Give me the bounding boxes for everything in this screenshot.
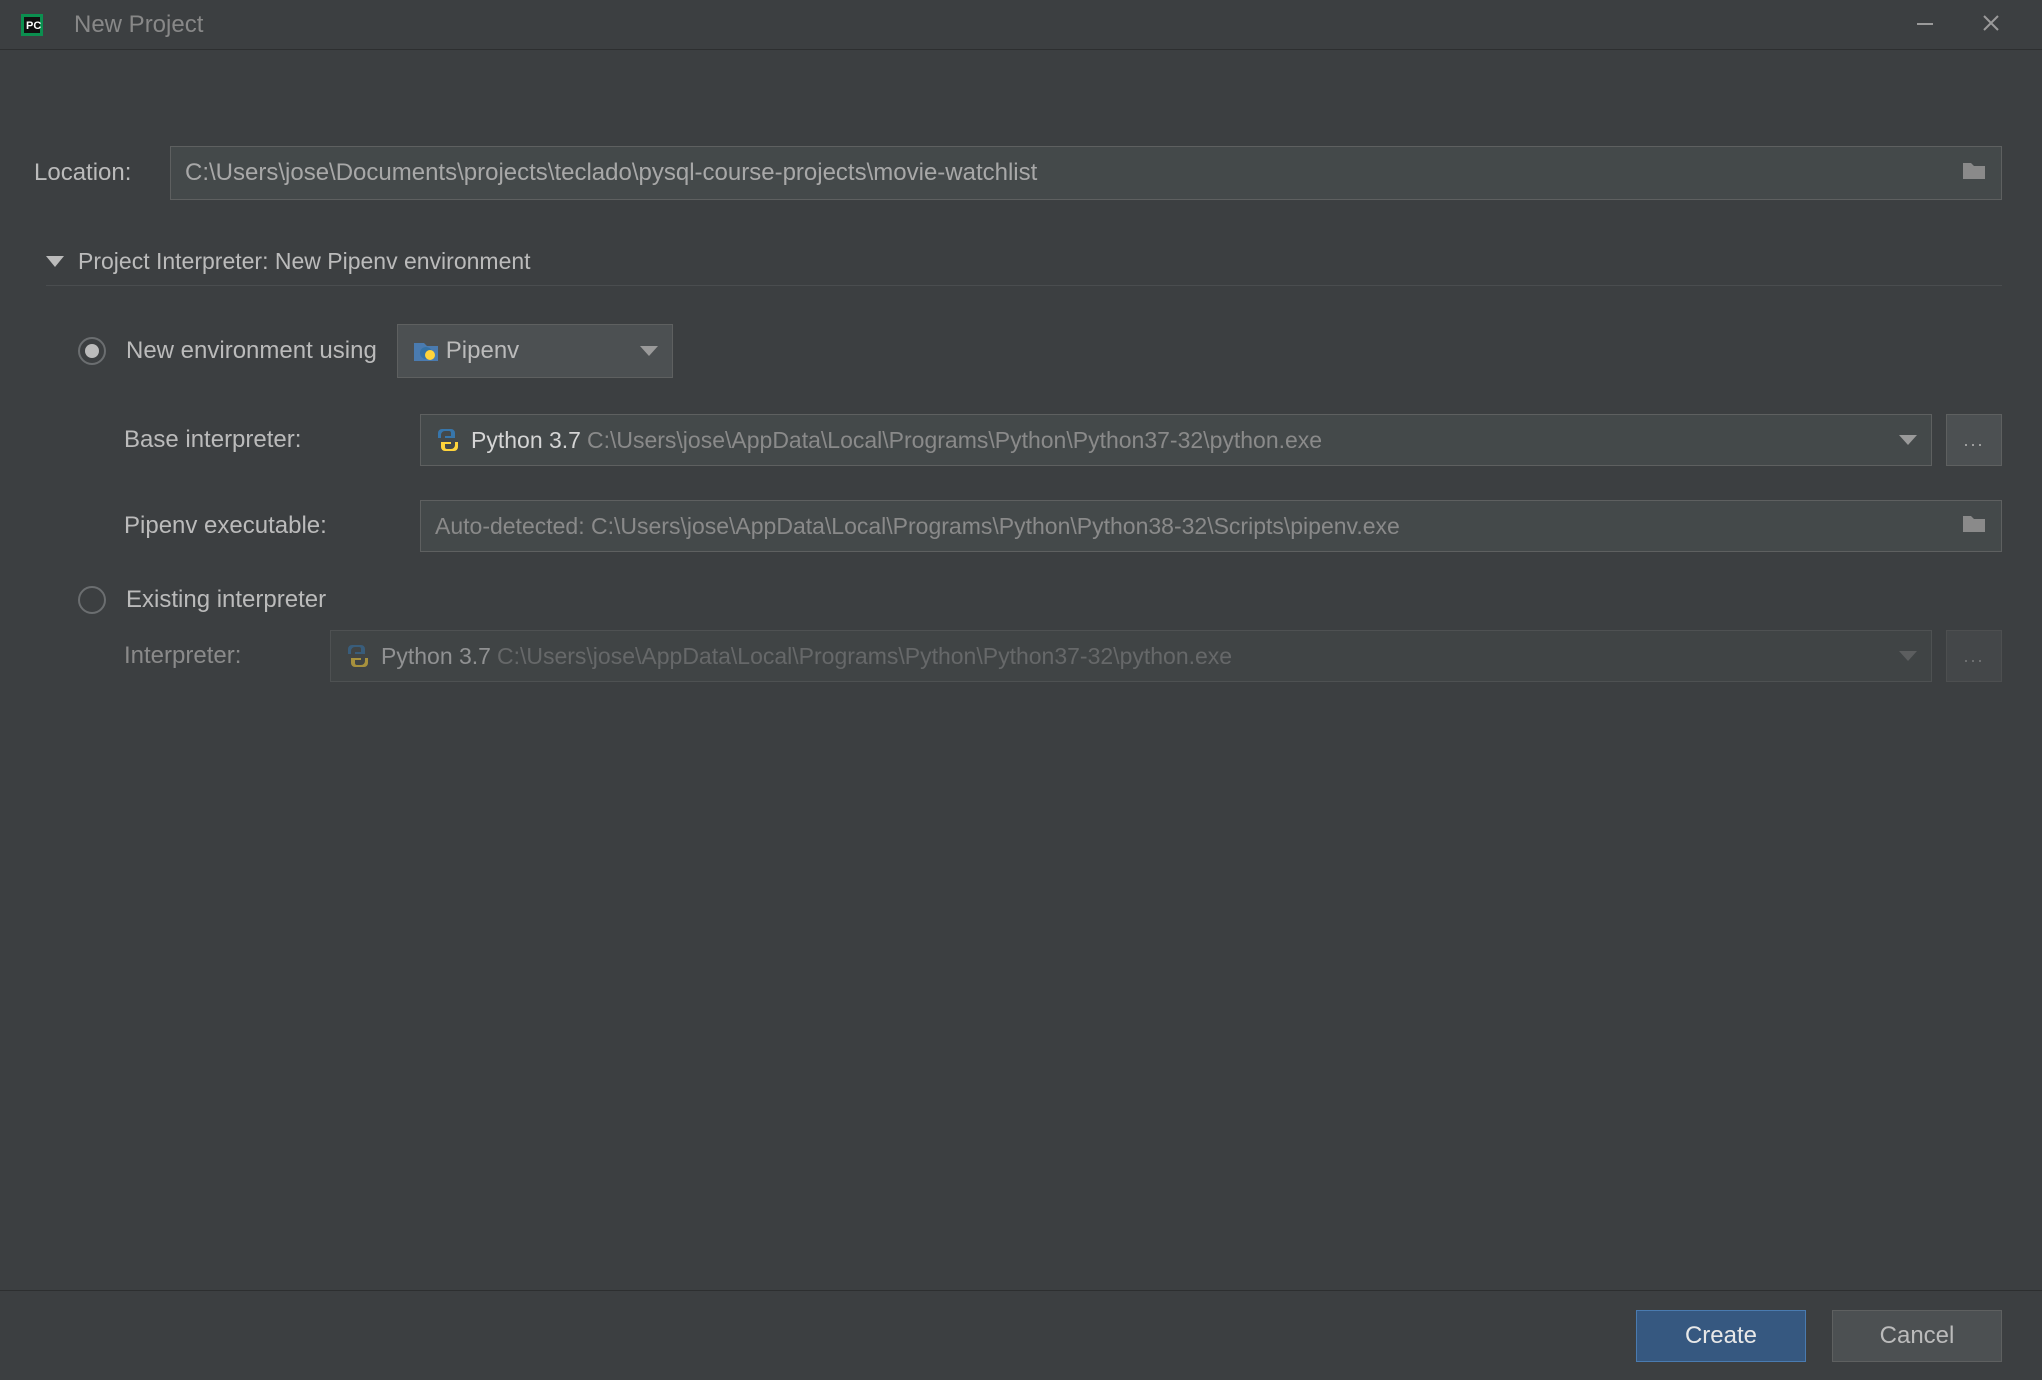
pipenv-executable-label: Pipenv executable: (124, 512, 420, 540)
base-interpreter-label: Base interpreter: (124, 426, 420, 454)
chevron-down-icon (640, 346, 658, 356)
base-interpreter-value: Python 3.7 (471, 427, 581, 454)
titlebar: PC New Project (0, 0, 2042, 50)
chevron-down-icon (1899, 435, 1917, 445)
cancel-button[interactable]: Cancel (1832, 1310, 2002, 1362)
environment-tool-value: Pipenv (446, 337, 622, 365)
new-environment-radio[interactable] (78, 337, 106, 365)
folder-icon[interactable] (1961, 159, 1987, 187)
existing-interpreter-select: Python 3.7 C:\Users\jose\AppData\Local\P… (330, 630, 1932, 682)
window-controls (1910, 11, 2032, 38)
close-button[interactable] (1976, 11, 2006, 38)
minimize-button[interactable] (1910, 11, 1940, 38)
new-environment-row: New environment using Pipenv (44, 324, 2002, 378)
pycharm-app-icon: PC (20, 13, 44, 37)
svg-text:PC: PC (26, 20, 41, 32)
pipenv-executable-row: Pipenv executable: Auto-detected: C:\Use… (124, 500, 2002, 552)
location-input-wrap (170, 146, 2002, 200)
dialog-content: Location: Project Interpreter: New Pipen… (0, 50, 2042, 682)
base-interpreter-select[interactable]: Python 3.7 C:\Users\jose\AppData\Local\P… (420, 414, 1932, 466)
interpreter-section-header[interactable]: Project Interpreter: New Pipenv environm… (46, 248, 2002, 286)
window-title: New Project (74, 11, 1910, 39)
existing-interpreter-label: Existing interpreter (126, 586, 326, 614)
base-interpreter-row: Base interpreter: Python 3.7 C:\Users\jo… (124, 414, 2002, 466)
base-interpreter-browse-button[interactable]: ... (1946, 414, 2002, 466)
interpreter-label: Interpreter: (124, 642, 330, 670)
existing-interpreter-radio[interactable] (78, 586, 106, 614)
new-env-fields: Base interpreter: Python 3.7 C:\Users\jo… (44, 414, 2002, 552)
python-icon (345, 643, 371, 669)
location-row: Location: (30, 146, 2002, 200)
pipenv-icon (412, 339, 440, 363)
base-interpreter-path: C:\Users\jose\AppData\Local\Programs\Pyt… (587, 427, 1881, 454)
location-label: Location: (30, 159, 170, 187)
new-environment-label: New environment using (126, 337, 377, 365)
dialog-footer: Create Cancel (0, 1290, 2042, 1380)
environment-tool-select[interactable]: Pipenv (397, 324, 673, 378)
existing-interpreter-browse-button: ... (1946, 630, 2002, 682)
existing-interpreter-value: Python 3.7 (381, 643, 491, 670)
existing-interpreter-field-row: Interpreter: Python 3.7 C:\Users\jose\Ap… (44, 630, 2002, 682)
interpreter-section-body: New environment using Pipenv Base interp… (30, 286, 2002, 682)
pipenv-executable-input[interactable]: Auto-detected: C:\Users\jose\AppData\Loc… (420, 500, 2002, 552)
interpreter-section-title: Project Interpreter: New Pipenv environm… (78, 248, 531, 275)
chevron-down-icon (46, 256, 64, 267)
create-button[interactable]: Create (1636, 1310, 1806, 1362)
existing-interpreter-path: C:\Users\jose\AppData\Local\Programs\Pyt… (497, 643, 1881, 670)
existing-interpreter-row: Existing interpreter (44, 586, 2002, 614)
folder-icon[interactable] (1961, 512, 1987, 540)
python-icon (435, 427, 461, 453)
pipenv-executable-placeholder: Auto-detected: C:\Users\jose\AppData\Loc… (435, 513, 1951, 540)
chevron-down-icon (1899, 651, 1917, 661)
location-input[interactable] (185, 159, 1961, 187)
